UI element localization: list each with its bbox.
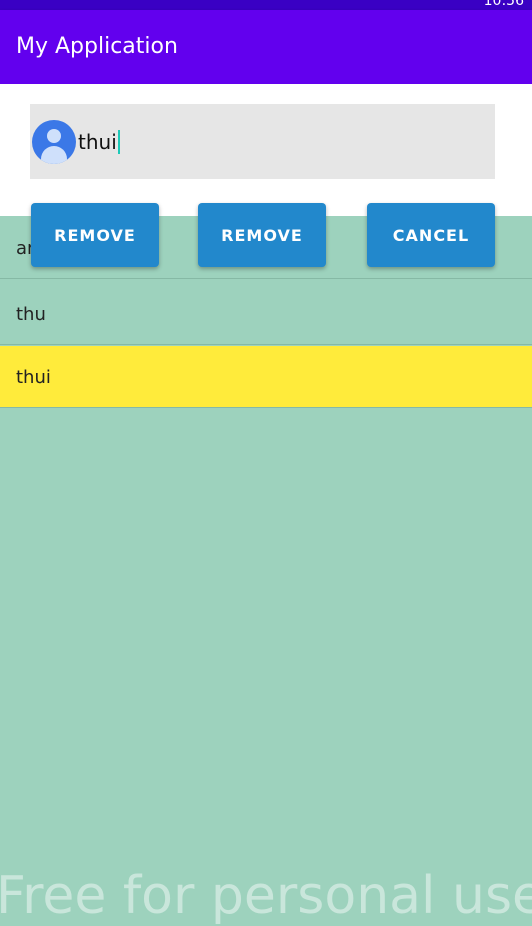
status-time: 10:56 xyxy=(483,0,524,9)
status-bar: 10:56 xyxy=(0,0,532,10)
remove-button[interactable]: REMOVE xyxy=(31,203,159,267)
app-title: My Application xyxy=(16,34,178,59)
app-bar: My Application xyxy=(0,10,532,84)
list-item[interactable]: thu xyxy=(0,283,532,345)
remove-button-secondary[interactable]: REMOVE xyxy=(198,203,326,267)
list-item-selected[interactable]: thui xyxy=(0,346,532,408)
search-card: thui xyxy=(0,84,532,216)
cancel-button[interactable]: CANCEL xyxy=(367,203,495,267)
search-input[interactable]: thui xyxy=(30,104,495,179)
list-item-label: thui xyxy=(16,367,51,388)
watermark: Free for personal use xyxy=(0,866,532,926)
text-caret xyxy=(117,130,120,154)
search-input-text: thui xyxy=(78,130,117,154)
list-item-label: thu xyxy=(16,304,46,325)
account-avatar-icon xyxy=(32,120,76,164)
